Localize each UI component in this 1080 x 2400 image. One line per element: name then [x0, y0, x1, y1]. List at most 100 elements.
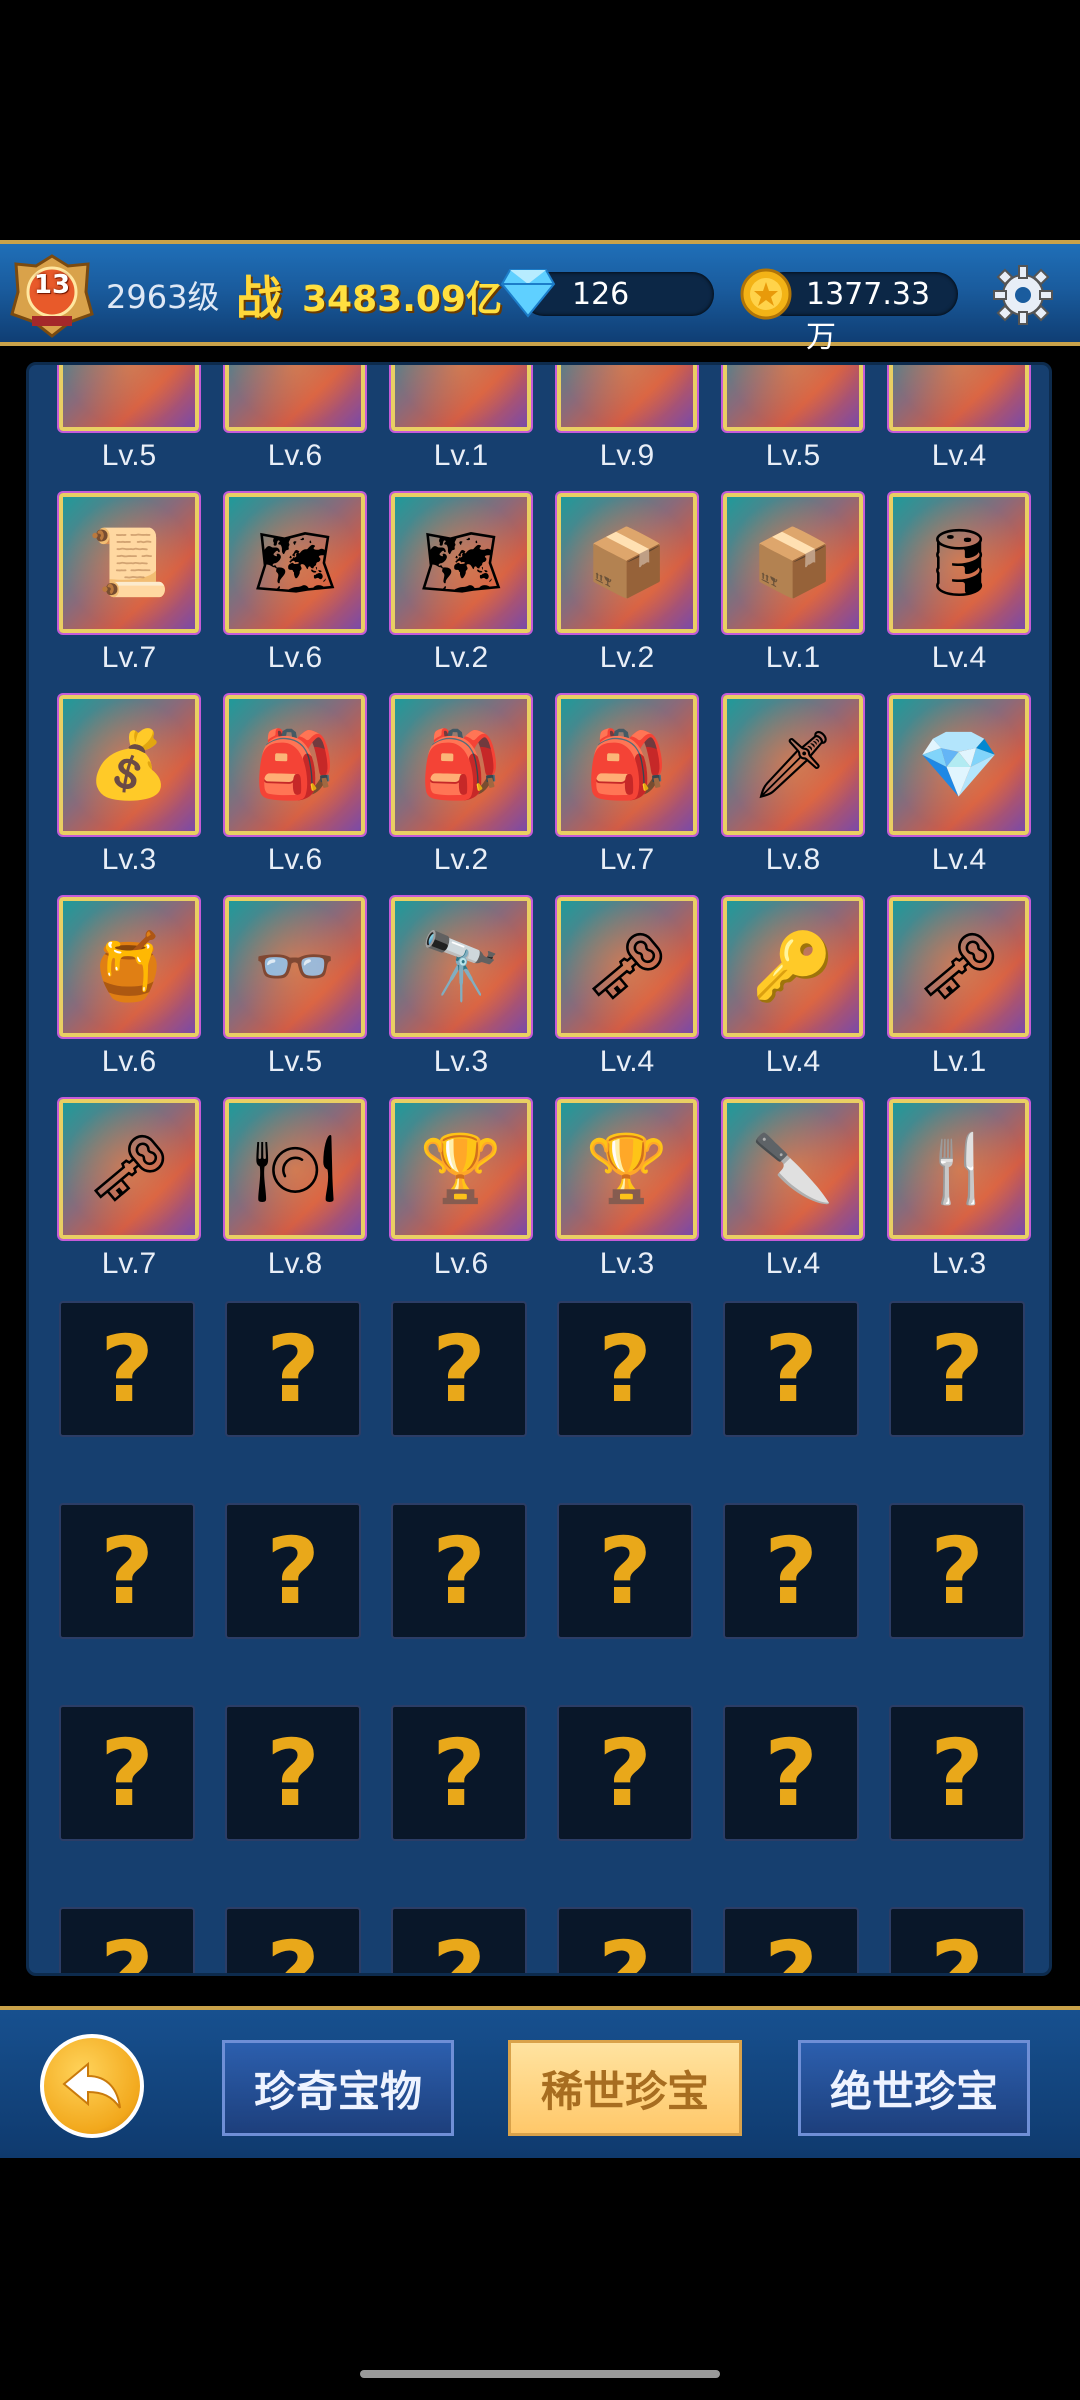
- treasure-level: Lv.4: [931, 843, 987, 876]
- treasure-level: Lv.8: [267, 1247, 323, 1280]
- power-label: 战: [236, 271, 282, 325]
- backpack-icon[interactable]: 🎒: [391, 695, 531, 835]
- question-mark-icon: ?: [225, 1705, 361, 1841]
- treasure-level: Lv.9: [599, 439, 655, 472]
- question-mark-icon: ?: [225, 1503, 361, 1639]
- treasure-level: Lv.1: [765, 641, 821, 674]
- treasure-level: Lv.4: [765, 1247, 821, 1280]
- treasure-level: Lv.1: [433, 439, 489, 472]
- skull-key-icon[interactable]: 🗝: [59, 1099, 199, 1239]
- question-mark-icon: ?: [391, 1503, 527, 1639]
- question-mark-icon: ?: [225, 1301, 361, 1437]
- back-arrow-icon: [62, 2061, 121, 2109]
- treasure-card[interactable]: [225, 365, 365, 431]
- honeycomb-icon[interactable]: 🍯: [59, 897, 199, 1037]
- treasure-level: Lv.6: [267, 843, 323, 876]
- scroll-icon[interactable]: 📜: [59, 493, 199, 633]
- spyglass-icon[interactable]: 🔭: [391, 897, 531, 1037]
- gold-count: 1377.33万: [806, 277, 931, 355]
- diamond-icon: [500, 269, 556, 318]
- crate-icon[interactable]: 📦: [723, 493, 863, 633]
- tab-label: 绝世珍宝: [829, 2066, 998, 2116]
- treasure-level: Lv.3: [931, 1247, 987, 1280]
- barrel-icon[interactable]: 🛢: [889, 493, 1029, 633]
- question-mark-icon: ?: [723, 1907, 859, 1973]
- goblet-icon[interactable]: 🏆: [391, 1099, 531, 1239]
- question-mark-icon: ?: [889, 1301, 1025, 1437]
- question-mark-icon: ?: [723, 1503, 859, 1639]
- gold-coin-icon: [740, 268, 792, 320]
- treasure-card[interactable]: [59, 365, 199, 431]
- player-level-text: 2963级: [106, 278, 220, 316]
- power-value: 3483.09亿: [302, 279, 502, 320]
- player-level-badge[interactable]: 13: [8, 252, 96, 338]
- treasure-level: Lv.3: [433, 1045, 489, 1078]
- treasure-level: Lv.2: [599, 641, 655, 674]
- treasure-level: Lv.8: [765, 843, 821, 876]
- treasure-level: Lv.2: [433, 843, 489, 876]
- question-mark-icon: ?: [391, 1907, 527, 1973]
- tab-legendary-treasures[interactable]: 绝世珍宝: [798, 2040, 1030, 2136]
- back-button[interactable]: [40, 2034, 144, 2138]
- treasure-level: Lv.7: [101, 641, 157, 674]
- tab-label: 珍奇宝物: [253, 2066, 422, 2116]
- treasure-level: Lv.4: [599, 1045, 655, 1078]
- sack-icon[interactable]: 💰: [59, 695, 199, 835]
- treasure-level: Lv.5: [101, 439, 157, 472]
- skull-key-icon[interactable]: 🗝: [557, 897, 697, 1037]
- treasure-panel[interactable]: Lv.5 Lv.6 Lv.1 Lv.9 Lv.5 Lv.4 📜 Lv.7 🗺 Lv.6 🗺 Lv.2 📦…: [26, 362, 1052, 1976]
- treasure-level: Lv.6: [101, 1045, 157, 1078]
- treasure-level: Lv.1: [931, 1045, 987, 1078]
- gear-icon[interactable]: [992, 264, 1054, 326]
- knife-icon[interactable]: 🔪: [723, 1099, 863, 1239]
- treasure-level: Lv.6: [433, 1247, 489, 1280]
- fork-icon[interactable]: 🍴: [889, 1099, 1029, 1239]
- question-mark-icon: ?: [557, 1503, 693, 1639]
- question-mark-icon: ?: [889, 1503, 1025, 1639]
- treasure-level: Lv.4: [931, 439, 987, 472]
- treasure-level: Lv.6: [267, 641, 323, 674]
- treasure-level: Lv.5: [765, 439, 821, 472]
- treasure-card[interactable]: [391, 365, 531, 431]
- player-level-number: 13: [33, 270, 71, 300]
- key-icon[interactable]: 🔑: [723, 897, 863, 1037]
- home-indicator[interactable]: [360, 2370, 720, 2378]
- treasure-level: Lv.4: [765, 1045, 821, 1078]
- question-mark-icon: ?: [557, 1907, 693, 1973]
- question-mark-icon: ?: [889, 1705, 1025, 1841]
- backpack-icon[interactable]: 🎒: [225, 695, 365, 835]
- treasure-level: Lv.5: [267, 1045, 323, 1078]
- treasure-level: Lv.6: [267, 439, 323, 472]
- gems-icon[interactable]: 💎: [889, 695, 1029, 835]
- plate-icon[interactable]: 🍽: [225, 1099, 365, 1239]
- diamond-count: 126: [572, 277, 630, 312]
- map-piece-icon[interactable]: 🗺: [225, 493, 365, 633]
- tab-rare-treasures[interactable]: 珍奇宝物: [222, 2040, 454, 2136]
- question-mark-icon: ?: [557, 1705, 693, 1841]
- question-mark-icon: ?: [59, 1907, 195, 1973]
- treasure-card[interactable]: [889, 365, 1029, 431]
- question-mark-icon: ?: [723, 1301, 859, 1437]
- tab-precious-treasures[interactable]: 稀世珍宝: [508, 2040, 742, 2136]
- treasure-level: Lv.4: [931, 641, 987, 674]
- crate-icon[interactable]: 📦: [557, 493, 697, 633]
- bottom-tab-bar: 珍奇宝物 稀世珍宝 绝世珍宝: [0, 2006, 1080, 2158]
- question-mark-icon: ?: [391, 1301, 527, 1437]
- treasure-grid: Lv.5 Lv.6 Lv.1 Lv.9 Lv.5 Lv.4 📜 Lv.7 🗺 Lv.6 🗺 Lv.2 📦…: [29, 365, 1049, 1973]
- blade-icon[interactable]: 🗡: [723, 695, 863, 835]
- treasure-card[interactable]: [723, 365, 863, 431]
- glasses-icon[interactable]: 👓: [225, 897, 365, 1037]
- question-mark-icon: ?: [59, 1705, 195, 1841]
- treasure-level: Lv.2: [433, 641, 489, 674]
- treasure-card[interactable]: [557, 365, 697, 431]
- skull-key-icon[interactable]: 🗝: [889, 897, 1029, 1037]
- goblet-icon[interactable]: 🏆: [557, 1099, 697, 1239]
- backpack-icon[interactable]: 🎒: [557, 695, 697, 835]
- question-mark-icon: ?: [59, 1503, 195, 1639]
- question-mark-icon: ?: [225, 1907, 361, 1973]
- question-mark-icon: ?: [889, 1907, 1025, 1973]
- treasure-level: Lv.3: [101, 843, 157, 876]
- top-status-bar: 13 2963级 战 3483.09亿 126 1377.33万: [0, 240, 1080, 355]
- map-piece-icon[interactable]: 🗺: [391, 493, 531, 633]
- treasure-level: Lv.7: [101, 1247, 157, 1280]
